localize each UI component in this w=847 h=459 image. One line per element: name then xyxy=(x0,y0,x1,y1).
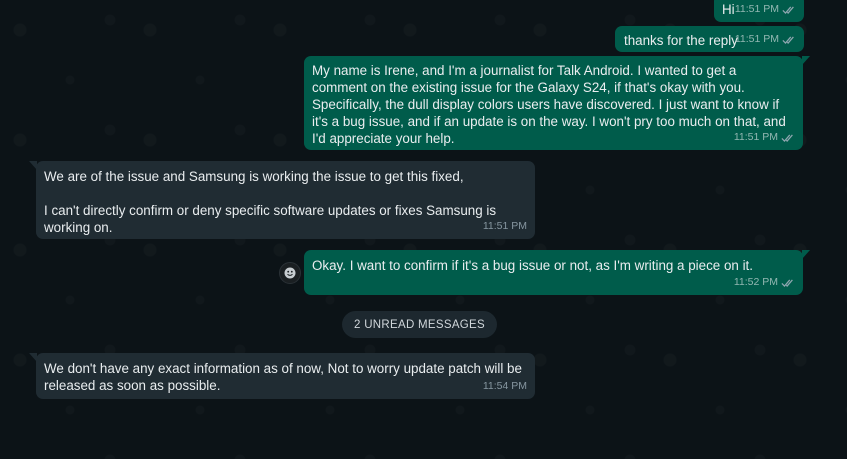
message-bubble-incoming[interactable]: We are of the issue and Samsung is worki… xyxy=(29,161,535,239)
chat-conversation: Hi 11:51 PM thanks for the reply 11:51 P… xyxy=(0,0,847,459)
message-bubble-incoming[interactable]: We don't have any exact information as o… xyxy=(29,353,535,399)
unread-messages-label: 2 UNREAD MESSAGES xyxy=(354,318,485,331)
message-time: 11:51 PM xyxy=(734,3,779,15)
double-tick-icon xyxy=(781,134,793,142)
message-time: 11:51 PM xyxy=(734,33,779,45)
double-tick-icon xyxy=(782,6,794,14)
message-meta: 11:51 PM xyxy=(483,218,527,235)
message-meta: 11:54 PM xyxy=(483,378,527,395)
message-text: Hi xyxy=(722,2,735,17)
message-text: My name is Irene, and I'm a journalist f… xyxy=(312,63,786,146)
message-time: 11:54 PM xyxy=(482,380,527,392)
message-meta: 11:52 PM xyxy=(734,274,795,291)
unread-messages-divider: 2 UNREAD MESSAGES xyxy=(342,311,497,338)
smiley-face-icon xyxy=(284,267,296,279)
message-time: 11:52 PM xyxy=(733,276,778,288)
message-bubble-outgoing[interactable]: thanks for the reply 11:51 PM xyxy=(615,26,804,52)
message-bubble-outgoing[interactable]: My name is Irene, and I'm a journalist f… xyxy=(304,56,810,150)
smiley-avatar-icon xyxy=(279,262,301,284)
message-time: 11:51 PM xyxy=(733,131,778,143)
message-meta: 11:51 PM xyxy=(735,1,796,18)
message-bubble-outgoing[interactable]: Okay. I want to confirm if it's a bug is… xyxy=(304,250,810,295)
message-time: 11:51 PM xyxy=(482,220,527,232)
double-tick-icon xyxy=(781,279,793,287)
message-text: Okay. I want to confirm if it's a bug is… xyxy=(312,258,753,273)
message-bubble-outgoing[interactable]: Hi 11:51 PM xyxy=(714,0,804,22)
message-text: We are of the issue and Samsung is worki… xyxy=(44,169,497,235)
message-meta: 11:51 PM xyxy=(735,31,796,48)
double-tick-icon xyxy=(782,36,794,44)
message-text: thanks for the reply xyxy=(624,33,738,48)
message-text: We don't have any exact information as o… xyxy=(44,361,526,393)
message-meta: 11:51 PM xyxy=(734,129,795,146)
